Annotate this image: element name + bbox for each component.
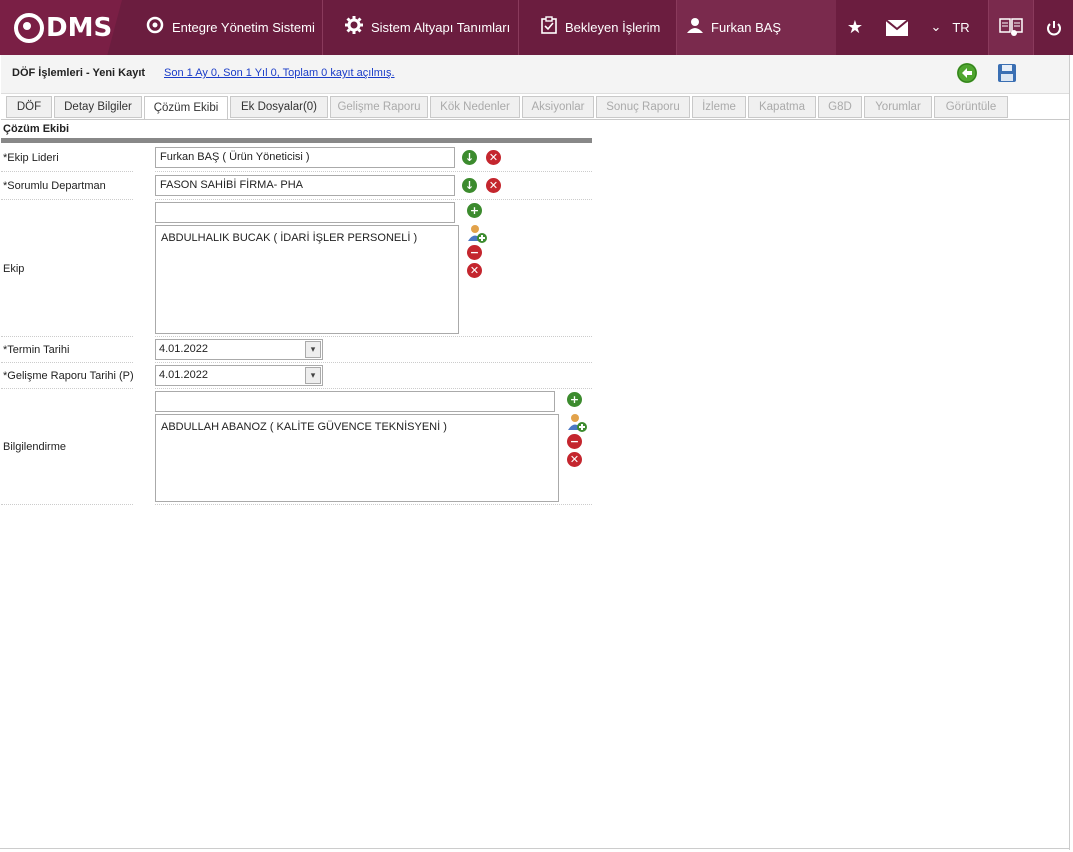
frame-border [0, 848, 1070, 849]
row-separator [1, 336, 133, 337]
select-down-icon[interactable]: ↓ [462, 178, 477, 193]
nav-user-name: Furkan BAŞ [711, 20, 782, 35]
inform-search-input[interactable] [155, 391, 555, 412]
row-separator [155, 362, 592, 363]
add-user-icon[interactable] [467, 224, 487, 243]
clipboard-icon [541, 16, 557, 39]
gear-icon [345, 16, 363, 39]
list-item[interactable]: ABDULHALIK BUCAK ( İDARİ İŞLER PERSONELİ… [161, 232, 453, 244]
inform-label: Bilgilendirme [3, 441, 66, 453]
logo-q-icon [14, 12, 44, 43]
section-bar [1, 138, 592, 143]
add-icon[interactable]: + [567, 392, 582, 407]
user-icon [687, 17, 703, 38]
tab-divider [1, 119, 1070, 120]
clear-all-icon[interactable]: ✕ [467, 263, 482, 278]
manual-book-icon[interactable] [988, 0, 1033, 55]
nav-pending-label: Bekleyen İşlerim [565, 20, 661, 35]
tab-0[interactable]: DÖF [6, 96, 52, 118]
inform-members-list[interactable]: ABDULLAH ABANOZ ( KALİTE GÜVENCE TEKNİSY… [155, 414, 559, 502]
add-icon[interactable]: + [467, 203, 482, 218]
tab-bar: DÖF Detay Bilgiler Çözüm Ekibi Ek Dosyalar(… [6, 96, 1010, 120]
row-separator [1, 362, 133, 363]
row-separator [155, 388, 592, 389]
select-down-icon[interactable]: ↓ [462, 150, 477, 165]
page-header: DÖF İşlemleri - Yeni Kayıt Son 1 Ay 0, S… [1, 55, 1070, 94]
list-item[interactable]: ABDULLAH ABANOZ ( KALİTE GÜVENCE TEKNİSY… [161, 421, 553, 433]
tab-6: Aksiyonlar [522, 96, 594, 118]
row-separator [1, 171, 133, 172]
record-stats-link[interactable]: Son 1 Ay 0, Son 1 Yıl 0, Toplam 0 kayıt … [164, 67, 395, 79]
team-search-input[interactable] [155, 202, 455, 223]
progress-date-picker[interactable]: 4.01.2022 ▾ [155, 365, 323, 386]
row-separator [1, 504, 133, 505]
tab-5: Kök Nedenler [430, 96, 520, 118]
tab-3[interactable]: Ek Dosyalar(0) [230, 96, 328, 118]
nav-system-definitions[interactable]: Sistem Altyapı Tanımları [322, 0, 518, 55]
qdms-logo[interactable]: DMS [0, 0, 122, 55]
logo-text: DMS [46, 12, 113, 43]
due-date-value: 4.01.2022 [159, 343, 208, 355]
nav-integrated-label: Entegre Yönetim Sistemi [172, 20, 315, 35]
tab-2[interactable]: Çözüm Ekibi [144, 96, 228, 120]
section-title: Çözüm Ekibi [3, 123, 70, 135]
tab-12: Görüntüle [934, 96, 1008, 118]
row-separator [155, 336, 592, 337]
mail-icon[interactable] [884, 0, 910, 55]
tab-8: İzleme [692, 96, 746, 118]
tab-1[interactable]: Detay Bilgiler [54, 96, 142, 118]
due-date-picker[interactable]: 4.01.2022 ▾ [155, 339, 323, 360]
frame-border [1069, 55, 1070, 850]
row-separator [155, 171, 592, 172]
nav-pending-tasks[interactable]: Bekleyen İşlerim [518, 0, 676, 55]
team-members-list[interactable]: ABDULHALIK BUCAK ( İDARİ İŞLER PERSONELİ… [155, 225, 459, 334]
chevron-down-icon[interactable]: ▾ [305, 367, 321, 384]
nav-system-label: Sistem Altyapı Tanımları [371, 20, 511, 35]
language-selector[interactable]: TR [948, 0, 974, 55]
chevron-down-icon[interactable]: ⌄ [925, 0, 947, 55]
team-leader-field[interactable]: Furkan BAŞ ( Ürün Yöneticisi ) [155, 147, 455, 168]
clear-icon[interactable]: ✕ [486, 150, 501, 165]
row-separator [155, 504, 592, 505]
back-arrow-icon[interactable] [957, 63, 977, 83]
add-user-icon[interactable] [567, 413, 587, 432]
nav-integrated-management[interactable]: Entegre Yönetim Sistemi [130, 0, 322, 55]
top-navigation-bar: DMS Entegre Yönetim Sistemi Sistem Altya… [0, 0, 1073, 55]
progress-date-value: 4.01.2022 [159, 369, 208, 381]
page-title: DÖF İşlemleri - Yeni Kayıt [12, 67, 146, 79]
row-separator [1, 199, 133, 200]
progress-date-label: *Gelişme Raporu Tarihi (P) [3, 370, 134, 382]
tab-4: Gelişme Raporu [330, 96, 428, 118]
nav-user-menu[interactable]: Furkan BAŞ [676, 0, 836, 55]
tab-9: Kapatma [748, 96, 816, 118]
due-date-label: *Termin Tarihi [3, 344, 70, 356]
q-circle-icon [146, 16, 164, 39]
save-disk-icon[interactable] [997, 63, 1017, 83]
tab-11: Yorumlar [864, 96, 932, 118]
department-label: *Sorumlu Departman [3, 180, 106, 192]
team-leader-label: *Ekip Lideri [3, 152, 59, 164]
tab-10: G8D [818, 96, 862, 118]
row-separator [1, 388, 133, 389]
clear-all-icon[interactable]: ✕ [567, 452, 582, 467]
favorites-star-icon[interactable]: ★ [842, 0, 868, 55]
department-field[interactable]: FASON SAHİBİ FİRMA- PHA [155, 175, 455, 196]
remove-icon[interactable]: − [567, 434, 582, 449]
clear-icon[interactable]: ✕ [486, 178, 501, 193]
chevron-down-icon[interactable]: ▾ [305, 341, 321, 358]
team-label: Ekip [3, 263, 25, 275]
remove-icon[interactable]: − [467, 245, 482, 260]
power-logout-icon[interactable] [1033, 0, 1073, 55]
tab-7: Sonuç Raporu [596, 96, 690, 118]
row-separator [155, 199, 592, 200]
